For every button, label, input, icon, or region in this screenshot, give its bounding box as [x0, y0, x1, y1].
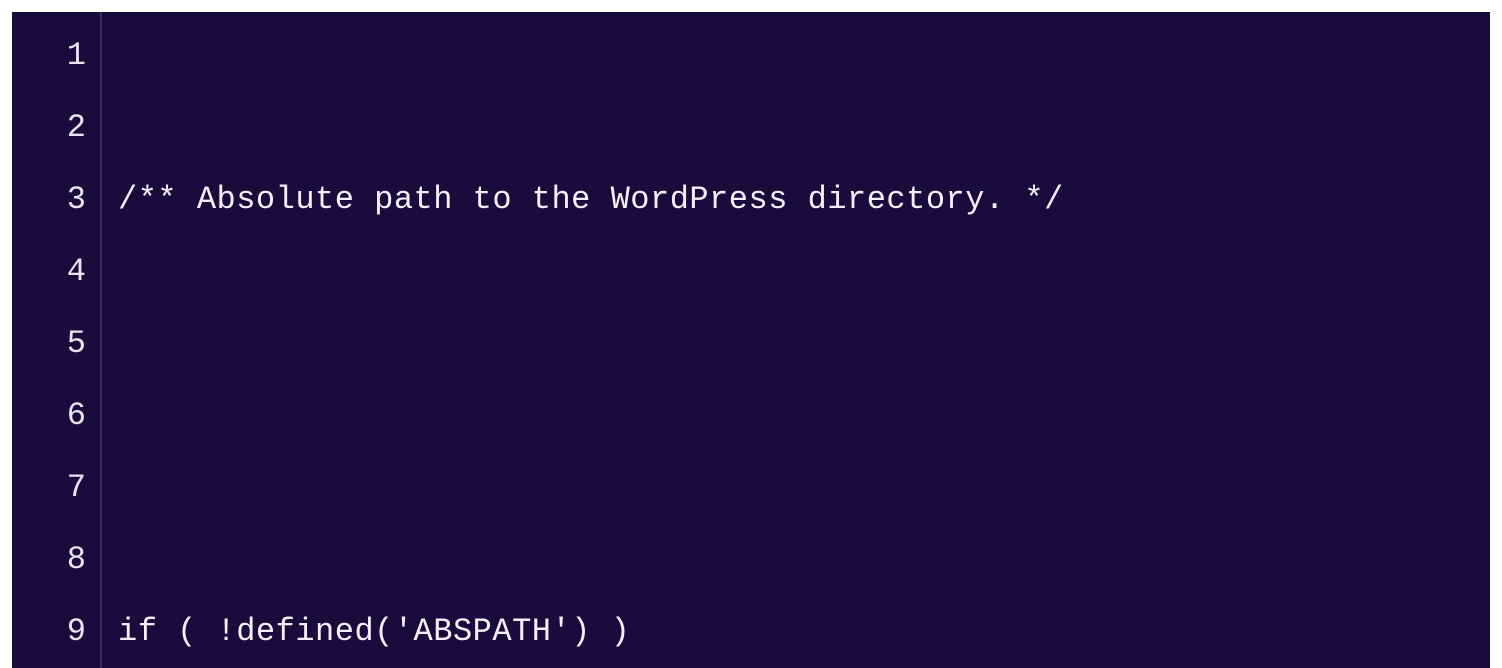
- line-number: 4: [12, 236, 86, 308]
- line-number-gutter: 1 2 3 4 5 6 7 8 9: [12, 12, 102, 668]
- code-editor[interactable]: 1 2 3 4 5 6 7 8 9 /** Absolute path to t…: [12, 12, 1490, 668]
- code-line[interactable]: /** Absolute path to the WordPress direc…: [118, 164, 1490, 236]
- line-number: 1: [12, 20, 86, 92]
- line-number: 5: [12, 308, 86, 380]
- line-number: 2: [12, 92, 86, 164]
- line-number: 6: [12, 380, 86, 452]
- line-number: 7: [12, 452, 86, 524]
- code-area[interactable]: /** Absolute path to the WordPress direc…: [102, 12, 1490, 668]
- code-line[interactable]: [118, 380, 1490, 452]
- line-number: 8: [12, 524, 86, 596]
- line-number: 3: [12, 164, 86, 236]
- line-number: 9: [12, 596, 86, 668]
- code-line[interactable]: if ( !defined('ABSPATH') ): [118, 596, 1490, 668]
